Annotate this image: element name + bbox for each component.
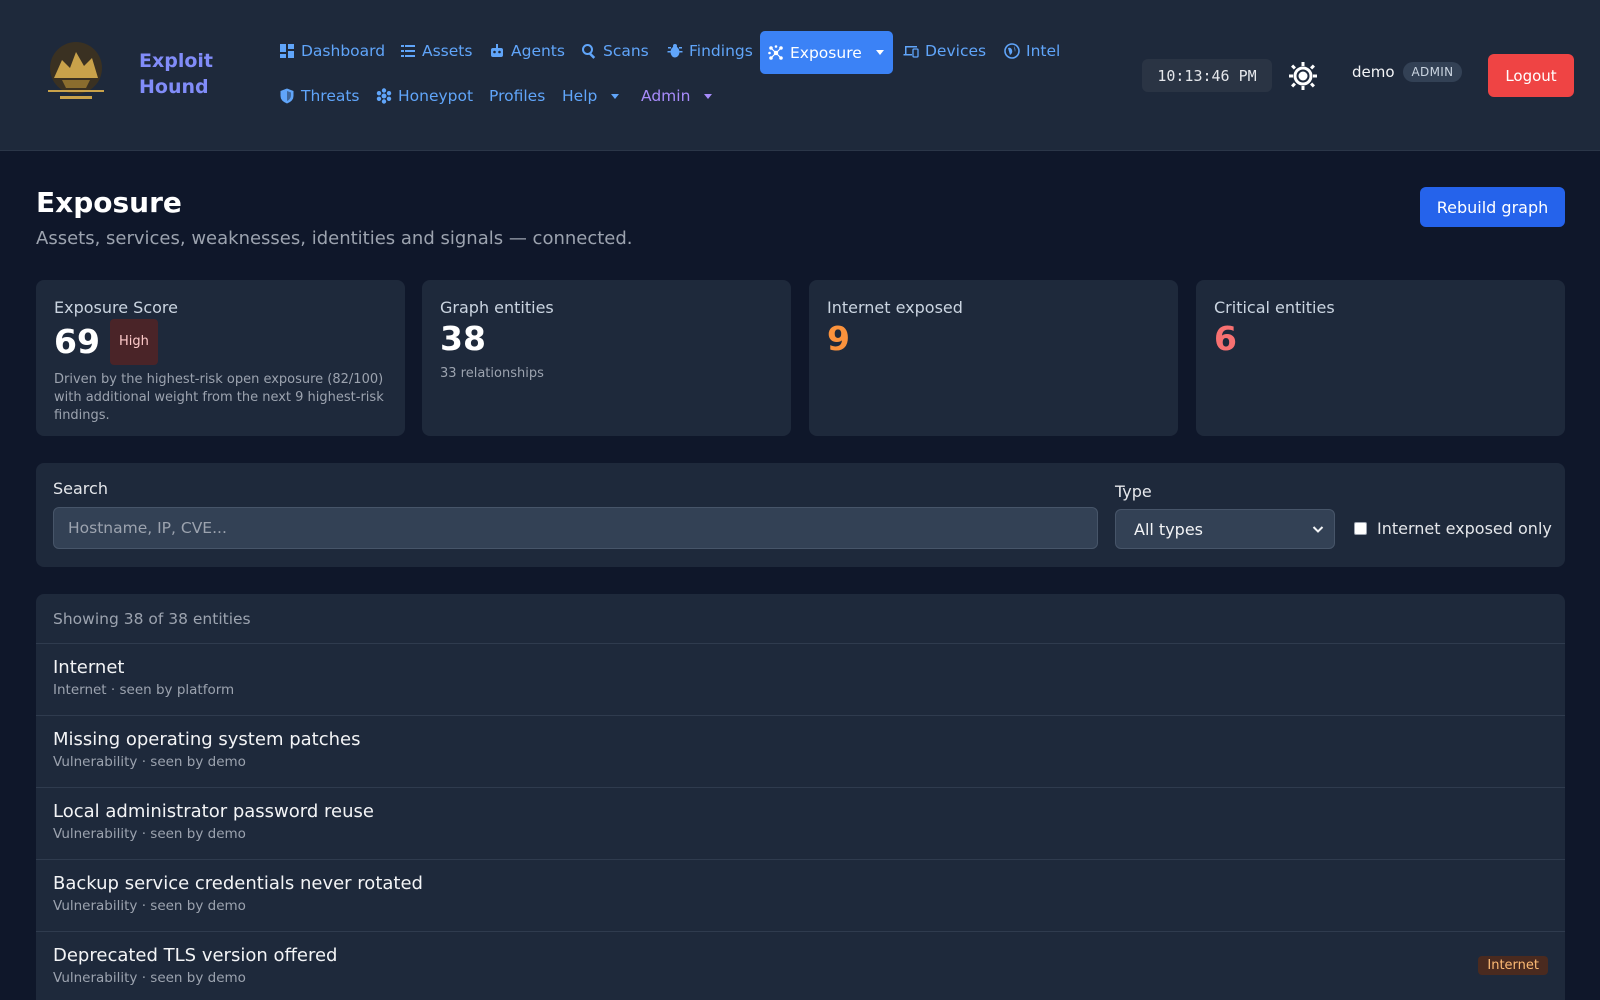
- card-label: Graph entities: [440, 298, 554, 317]
- exposure-score-value: 69: [54, 322, 100, 361]
- entity-title: Backup service credentials never rotated: [53, 873, 423, 894]
- nav-dashboard[interactable]: Dashboard: [279, 39, 385, 63]
- graph-entities-value: 38: [440, 319, 486, 358]
- sun-icon[interactable]: [1289, 62, 1317, 90]
- nav-findings[interactable]: Findings: [667, 39, 753, 63]
- nav-assets[interactable]: Assets: [400, 39, 472, 63]
- critical-entities-value: 6: [1214, 319, 1237, 358]
- exposure-score-value-row: 69 High: [54, 319, 387, 365]
- nav-exposure-label: Exposure: [790, 43, 862, 62]
- type-select[interactable]: All types: [1115, 509, 1335, 549]
- chevron-down-icon: [875, 50, 884, 55]
- entity-title: Missing operating system patches: [53, 729, 361, 750]
- card-label: Exposure Score: [54, 298, 178, 317]
- internet-only-checkbox[interactable]: [1354, 522, 1367, 535]
- search-input[interactable]: [53, 507, 1098, 549]
- top-header: Exploit Hound Dashboard Assets Agents Sc…: [0, 0, 1600, 151]
- list-item[interactable]: Deprecated TLS version offered Vulnerabi…: [36, 932, 1565, 1000]
- globe-icon: [1004, 43, 1020, 59]
- brand-line-2: Hound: [139, 76, 209, 98]
- entity-list-summary: Showing 38 of 38 entities: [36, 594, 1565, 644]
- nav-devices[interactable]: Devices: [903, 39, 986, 63]
- nav-help[interactable]: Help: [562, 84, 620, 108]
- brand-line-1: Exploit: [139, 50, 213, 72]
- nav-threats-label: Threats: [301, 87, 360, 105]
- graph-entities-card: Graph entities 38 33 relationships: [422, 280, 791, 436]
- nav-threats[interactable]: Threats: [279, 84, 360, 108]
- search-label: Search: [53, 479, 108, 498]
- nav-dashboard-label: Dashboard: [301, 42, 386, 60]
- internet-exposed-card: Internet exposed 9: [809, 280, 1178, 436]
- chevron-down-icon: [704, 93, 713, 99]
- list-item[interactable]: Internet Internet · seen by platform: [36, 644, 1565, 716]
- robot-icon: [491, 44, 503, 57]
- entity-meta: Vulnerability · seen by demo: [53, 754, 246, 770]
- nav-honeypot[interactable]: Honeypot: [376, 84, 473, 108]
- nav-admin[interactable]: Admin: [641, 84, 713, 108]
- type-select-value: All types: [1134, 519, 1203, 539]
- page-title: Exposure: [36, 186, 182, 219]
- chevron-down-icon: [1312, 526, 1324, 533]
- nav-agents[interactable]: Agents: [489, 39, 565, 63]
- entity-title: Local administrator password reuse: [53, 801, 374, 822]
- filter-panel: Search Type All types Internet exposed o…: [36, 463, 1565, 567]
- nav-agents-label: Agents: [511, 42, 565, 60]
- list-item[interactable]: Local administrator password reuse Vulne…: [36, 788, 1565, 860]
- nav-scans[interactable]: Scans: [581, 39, 649, 63]
- nav-findings-label: Findings: [689, 42, 753, 60]
- exploit-hound-logo[interactable]: [40, 38, 112, 104]
- relationships-count: 33 relationships: [440, 366, 544, 381]
- exposure-score-description: Driven by the highest-risk open exposure…: [54, 372, 384, 423]
- dashboard-icon: [280, 44, 294, 58]
- entity-meta: Internet · seen by platform: [53, 682, 235, 698]
- nav-honeypot-label: Honeypot: [398, 87, 474, 105]
- exposure-score-card: Exposure Score 69 High Driven by the hig…: [36, 280, 405, 436]
- internet-exposed-value: 9: [827, 319, 850, 358]
- brand-name[interactable]: Exploit Hound: [139, 48, 213, 100]
- entity-meta: Vulnerability · seen by demo: [53, 898, 246, 914]
- graph-icon: [768, 44, 783, 60]
- card-label: Critical entities: [1214, 298, 1335, 317]
- username: demo: [1352, 63, 1395, 81]
- nav-exposure[interactable]: Exposure: [760, 31, 893, 74]
- internet-badge: Internet: [1478, 956, 1548, 975]
- nav-profiles[interactable]: Profiles: [489, 84, 545, 108]
- card-label: Internet exposed: [827, 298, 963, 317]
- nav-assets-label: Assets: [422, 42, 473, 60]
- nav-intel-label: Intel: [1026, 42, 1061, 60]
- nav-intel[interactable]: Intel: [1004, 39, 1060, 63]
- entity-meta: Vulnerability · seen by demo: [53, 970, 246, 986]
- user-menu[interactable]: demo ADMIN: [1352, 62, 1463, 82]
- nav-help-label: Help: [562, 87, 598, 105]
- devices-icon: [903, 46, 919, 58]
- nav-scans-label: Scans: [603, 42, 649, 60]
- role-badge: ADMIN: [1402, 62, 1463, 82]
- entity-title: Deprecated TLS version offered: [53, 945, 338, 966]
- chevron-down-icon: [611, 93, 620, 99]
- shield-icon: [280, 88, 294, 104]
- search-icon: [582, 44, 596, 59]
- list-icon: [401, 45, 415, 57]
- clock-display: 10:13:46 PM: [1142, 59, 1272, 92]
- list-item[interactable]: Backup service credentials never rotated…: [36, 860, 1565, 932]
- nav-profiles-label: Profiles: [489, 87, 546, 105]
- entity-list: Showing 38 of 38 entities Internet Inter…: [36, 594, 1565, 1000]
- logout-button[interactable]: Logout: [1488, 54, 1574, 97]
- internet-only-filter[interactable]: Internet exposed only: [1354, 519, 1552, 538]
- list-item[interactable]: Missing operating system patches Vulnera…: [36, 716, 1565, 788]
- entity-meta: Vulnerability · seen by demo: [53, 826, 246, 842]
- honeycomb-icon: [376, 88, 392, 104]
- internet-only-label: Internet exposed only: [1377, 519, 1552, 538]
- nav-admin-label: Admin: [641, 87, 691, 105]
- rebuild-graph-button[interactable]: Rebuild graph: [1420, 187, 1565, 227]
- nav-devices-label: Devices: [925, 42, 987, 60]
- critical-entities-card: Critical entities 6: [1196, 280, 1565, 436]
- page-subtitle: Assets, services, weaknesses, identities…: [36, 228, 633, 249]
- entity-title: Internet: [53, 657, 125, 678]
- bug-icon: [667, 44, 683, 58]
- type-label: Type: [1115, 482, 1152, 501]
- severity-badge: High: [109, 319, 158, 365]
